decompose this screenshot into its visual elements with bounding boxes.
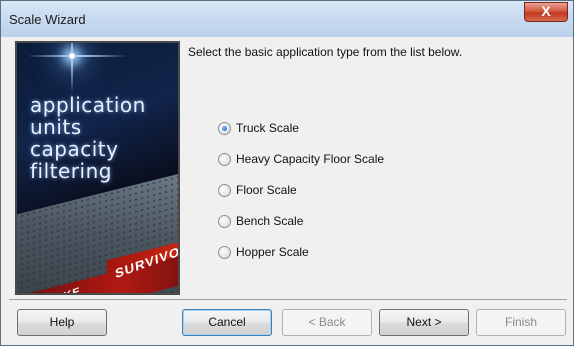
title-bar[interactable]: Scale Wizard X xyxy=(1,1,573,37)
radio-unselected-icon[interactable] xyxy=(218,152,231,166)
back-button: < Back xyxy=(282,309,372,336)
instruction-text: Select the basic application type from t… xyxy=(188,45,463,59)
radio-unselected-icon[interactable] xyxy=(218,214,231,228)
close-icon: X xyxy=(541,3,551,19)
radio-selected-icon[interactable] xyxy=(218,121,231,135)
option-truck-scale[interactable]: Truck Scale xyxy=(218,120,299,136)
radio-unselected-icon[interactable] xyxy=(218,183,231,197)
help-button[interactable]: Help xyxy=(17,309,107,336)
cancel-button[interactable]: Cancel xyxy=(182,309,272,336)
option-label: Truck Scale xyxy=(236,121,299,135)
option-floor-scale[interactable]: Floor Scale xyxy=(218,182,297,198)
option-label: Bench Scale xyxy=(236,214,304,228)
light-flare-icon xyxy=(69,53,75,59)
scale-wizard-window: Scale Wizard X application units capacit… xyxy=(0,0,574,346)
banner-word-filtering: filtering xyxy=(30,159,112,183)
banner-word-application: application xyxy=(30,93,146,117)
option-label: Heavy Capacity Floor Scale xyxy=(236,152,385,166)
option-heavy-capacity-floor-scale[interactable]: Heavy Capacity Floor Scale xyxy=(218,151,384,167)
finish-button: Finish xyxy=(476,309,566,336)
radio-unselected-icon[interactable] xyxy=(218,245,231,259)
light-flare-vertical xyxy=(71,43,73,93)
option-label: Hopper Scale xyxy=(236,245,309,259)
light-flare-horizontal xyxy=(27,55,127,57)
wizard-banner-image: application units capacity filtering SUR… xyxy=(15,41,180,295)
banner-word-units: units xyxy=(30,115,82,139)
option-bench-scale[interactable]: Bench Scale xyxy=(218,213,303,229)
close-button[interactable]: X xyxy=(524,2,568,22)
footer-divider xyxy=(9,299,567,300)
option-hopper-scale[interactable]: Hopper Scale xyxy=(218,244,309,260)
next-button[interactable]: Next > xyxy=(379,309,469,336)
window-title: Scale Wizard xyxy=(9,12,86,27)
banner-word-capacity: capacity xyxy=(30,137,119,161)
option-label: Floor Scale xyxy=(236,183,297,197)
